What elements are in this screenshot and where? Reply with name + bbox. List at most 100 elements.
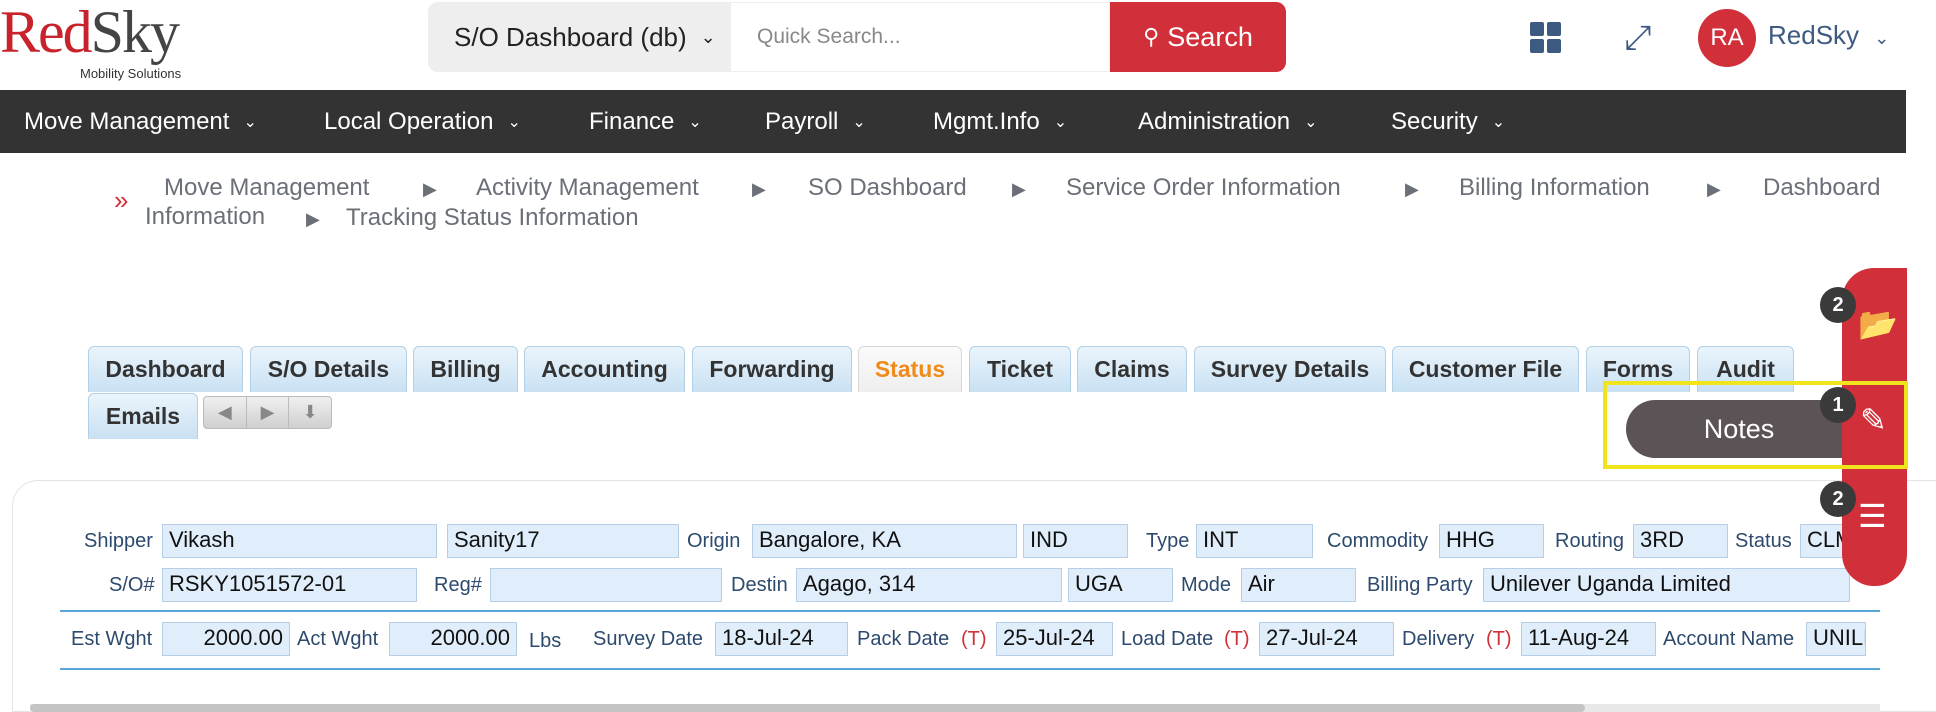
pack-date-label: Pack Date	[857, 628, 950, 650]
tab-more-icon[interactable]: ⬇	[289, 397, 331, 428]
fullscreen-icon[interactable]: ⤢	[1620, 20, 1656, 56]
commodity-field[interactable]: HHG	[1439, 524, 1544, 558]
reg-number-label: Reg#	[434, 574, 482, 596]
tab-billing[interactable]: Billing	[413, 346, 518, 392]
avatar[interactable]: RA	[1698, 9, 1756, 67]
nav-administration[interactable]: Administration ⌄	[1138, 90, 1317, 153]
tab-accounting[interactable]: Accounting	[524, 346, 685, 392]
billing-party-field[interactable]: Unilever Uganda Limited	[1483, 568, 1850, 602]
shipper-last-field[interactable]: Sanity17	[447, 524, 679, 558]
shipper-label: Shipper	[84, 530, 153, 552]
tab-next-icon[interactable]: ▶	[247, 397, 290, 428]
tab-emails[interactable]: Emails	[88, 393, 198, 439]
origin-city-field[interactable]: Bangalore, KA	[752, 524, 1017, 558]
destin-country-field[interactable]: UGA	[1068, 568, 1173, 602]
nav-mgmt-info[interactable]: Mgmt.Info ⌄	[933, 90, 1067, 153]
mode-label: Mode	[1181, 574, 1232, 596]
scrollbar-thumb[interactable]	[30, 704, 1585, 712]
destin-city-field[interactable]: Agago, 314	[796, 568, 1062, 602]
type-label: Type	[1146, 530, 1190, 552]
divider	[60, 610, 1880, 612]
tab-so-details[interactable]: S/O Details	[250, 346, 407, 392]
delivery-date-field[interactable]: 11-Aug-24	[1521, 622, 1656, 656]
est-weight-label: Est Wght	[71, 628, 153, 650]
survey-date-label: Survey Date	[593, 628, 704, 650]
account-name-field[interactable]: UNILEVER	[1806, 622, 1866, 656]
pack-date-field[interactable]: 25-Jul-24	[996, 622, 1113, 656]
user-name: RedSky	[1768, 20, 1860, 50]
so-number-label: S/O#	[109, 574, 155, 596]
logo-text-dark: Sky	[90, 0, 180, 65]
mode-field[interactable]: Air	[1241, 568, 1356, 602]
act-weight-field[interactable]: 2000.00	[389, 622, 517, 656]
tab-forwarding[interactable]: Forwarding	[692, 346, 852, 392]
breadcrumb-item[interactable]: Dashboard	[1763, 174, 1880, 202]
breadcrumb-item[interactable]: SO Dashboard	[808, 174, 967, 202]
tab-survey-details[interactable]: Survey Details	[1194, 346, 1386, 392]
tasks-count-badge: 2	[1820, 481, 1856, 517]
highlight-box	[1603, 381, 1908, 469]
main-nav: Move Management ⌄ Local Operation ⌄ Financ…	[0, 90, 1906, 153]
tab-prev-icon[interactable]: ◀	[204, 397, 247, 428]
redsky-logo[interactable]: RedSky Mobility Solutions	[0, 2, 200, 86]
logo-subtitle: Mobility Solutions	[80, 66, 182, 81]
nav-label: Payroll	[765, 107, 839, 135]
load-date-target-flag: (T)	[1224, 628, 1250, 650]
load-date-label: Load Date	[1121, 628, 1214, 650]
commodity-label: Commodity	[1327, 530, 1429, 552]
chevron-down-icon: ⌄	[243, 113, 257, 131]
quick-search-input[interactable]: Quick Search...	[730, 2, 1110, 72]
chevron-down-icon: ⌄	[852, 113, 866, 131]
tab-customer-file[interactable]: Customer File	[1392, 346, 1579, 392]
dashboard-select[interactable]: S/O Dashboard (db) ⌄	[428, 2, 730, 72]
nav-label: Finance	[589, 107, 675, 135]
origin-label: Origin	[687, 530, 741, 552]
breadcrumb-item[interactable]: Information	[145, 203, 265, 231]
tab-scroll-controls: ◀ ▶ ⬇	[203, 396, 332, 429]
nav-local-operation[interactable]: Local Operation ⌄	[324, 90, 521, 153]
act-weight-label: Act Wght	[297, 628, 379, 650]
folder-open-icon[interactable]: 📂	[1858, 308, 1898, 340]
breadcrumb-item[interactable]: Move Management	[164, 174, 369, 202]
routing-field[interactable]: 3RD	[1633, 524, 1728, 558]
tab-ticket[interactable]: Ticket	[969, 346, 1071, 392]
reg-number-field[interactable]	[490, 568, 722, 602]
type-field[interactable]: INT	[1196, 524, 1313, 558]
shipper-first-field[interactable]: Vikash	[162, 524, 437, 558]
nav-security[interactable]: Security ⌄	[1391, 90, 1505, 153]
search-icon: ⚲	[1143, 24, 1160, 49]
load-date-field[interactable]: 27-Jul-24	[1259, 622, 1394, 656]
breadcrumb-separator-icon: ▶	[1405, 179, 1419, 199]
chevron-down-icon: ⌄	[1874, 28, 1890, 48]
delivery-label: Delivery	[1402, 628, 1475, 650]
est-weight-field[interactable]: 2000.00	[162, 622, 290, 656]
tab-status[interactable]: Status	[858, 346, 962, 392]
destin-label: Destin	[731, 574, 788, 596]
tab-claims[interactable]: Claims	[1077, 346, 1187, 392]
breadcrumb-item[interactable]: Service Order Information	[1066, 174, 1341, 202]
nav-label: Administration	[1138, 107, 1291, 135]
nav-label: Local Operation	[324, 107, 494, 135]
nav-payroll[interactable]: Payroll ⌄	[765, 90, 866, 153]
breadcrumb-separator-icon: ▶	[1707, 179, 1721, 199]
nav-label: Security	[1391, 107, 1478, 135]
nav-finance[interactable]: Finance ⌄	[589, 90, 702, 153]
origin-country-field[interactable]: IND	[1023, 524, 1128, 558]
billing-party-label: Billing Party	[1367, 574, 1473, 596]
search-button[interactable]: ⚲ Search	[1110, 2, 1286, 72]
breadcrumb-arrow-icon: »	[114, 185, 129, 215]
task-list-icon[interactable]: ☰	[1858, 500, 1887, 532]
user-menu[interactable]: RedSky ⌄	[1768, 20, 1889, 51]
breadcrumb-item[interactable]: Activity Management	[476, 174, 699, 202]
grid-menu-icon[interactable]	[1530, 22, 1562, 54]
breadcrumb-item[interactable]: Billing Information	[1459, 174, 1650, 202]
tab-dashboard[interactable]: Dashboard	[88, 346, 243, 392]
so-number-field[interactable]: RSKY1051572-01	[162, 568, 417, 602]
breadcrumb-current: Tracking Status Information	[346, 204, 639, 231]
delivery-target-flag: (T)	[1486, 628, 1512, 650]
weight-unit: Lbs	[529, 630, 562, 652]
nav-move-management[interactable]: Move Management ⌄	[24, 90, 257, 153]
survey-date-field[interactable]: 18-Jul-24	[715, 622, 848, 656]
pack-date-target-flag: (T)	[961, 628, 987, 650]
routing-label: Routing	[1555, 530, 1624, 552]
